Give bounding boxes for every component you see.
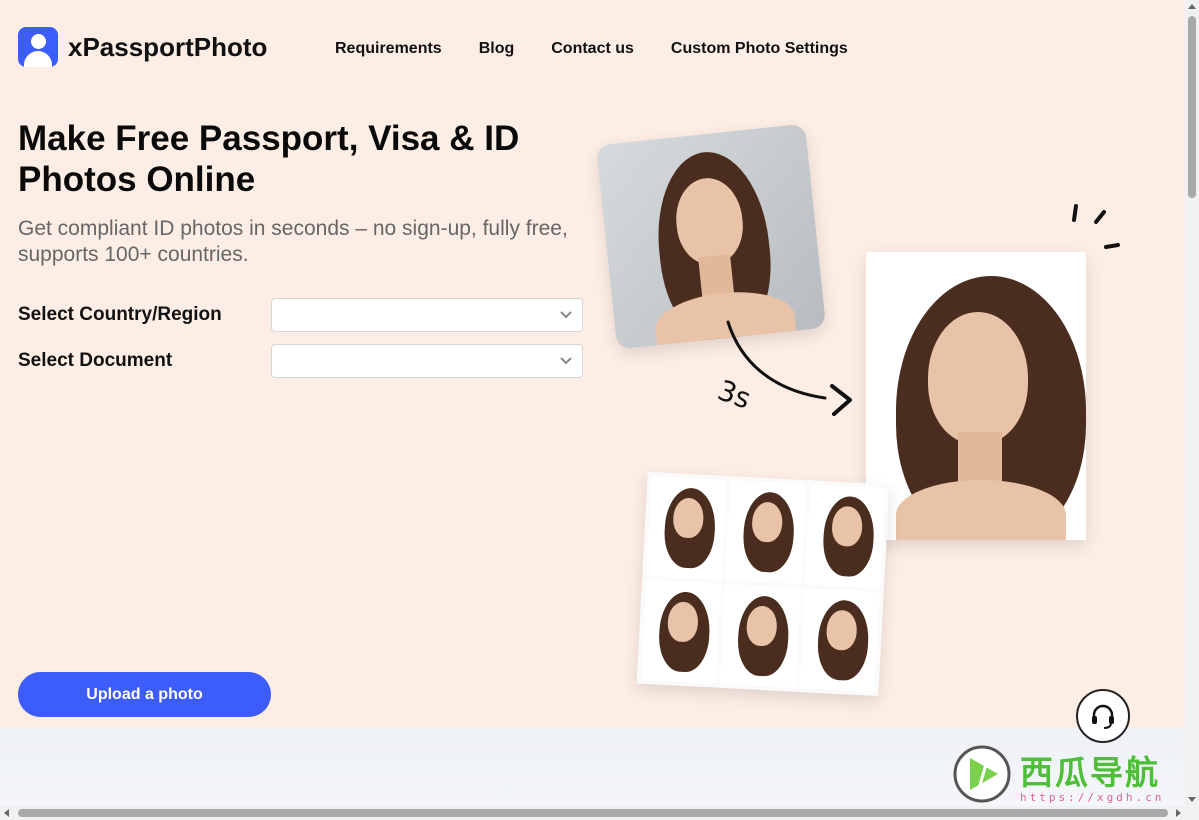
logo-person-icon (18, 27, 58, 67)
upload-photo-button[interactable]: Upload a photo (18, 672, 271, 717)
brand-logo[interactable]: xPassportPhoto (18, 27, 267, 67)
result-photo (866, 252, 1086, 540)
scroll-down-icon[interactable] (1188, 797, 1196, 802)
nav-contact-us[interactable]: Contact us (551, 40, 634, 58)
watermark: 西瓜导航 https://xgdh.cn (952, 744, 1184, 806)
watermark-url: https://xgdh.cn (1020, 791, 1165, 804)
support-button[interactable] (1076, 689, 1130, 743)
scroll-up-icon[interactable] (1188, 4, 1196, 9)
document-select[interactable] (271, 344, 583, 378)
page-subtitle: Get compliant ID photos in seconds – no … (18, 217, 568, 266)
horizontal-scrollbar[interactable] (0, 806, 1199, 820)
site-header: xPassportPhoto Requirements Blog Contact… (0, 0, 1185, 95)
horizontal-scroll-thumb[interactable] (18, 809, 1168, 817)
watermark-text: 西瓜导航 (1020, 753, 1160, 792)
chevron-down-icon (560, 357, 572, 365)
vertical-scrollbar[interactable] (1185, 0, 1199, 806)
sparkle-icon (1072, 204, 1120, 249)
vertical-scroll-thumb[interactable] (1188, 16, 1196, 198)
document-row: Select Document (18, 344, 583, 378)
scroll-left-icon[interactable] (4, 809, 9, 817)
headset-icon (1092, 704, 1114, 729)
main-nav: Requirements Blog Contact us Custom Phot… (335, 40, 885, 58)
nav-custom-photo-settings[interactable]: Custom Photo Settings (671, 40, 848, 58)
page-title: Make Free Passport, Visa & ID Photos Onl… (18, 119, 520, 199)
nav-requirements[interactable]: Requirements (335, 40, 442, 58)
watermark-logo-icon (953, 745, 1011, 803)
scroll-right-icon[interactable] (1176, 809, 1181, 817)
chevron-down-icon (560, 311, 572, 319)
nav-blog[interactable]: Blog (479, 40, 515, 58)
brand-name: xPassportPhoto (68, 31, 268, 62)
country-select[interactable] (271, 298, 583, 332)
country-row: Select Country/Region (18, 298, 583, 332)
photo-print-sheet (636, 471, 890, 697)
document-label: Select Document (18, 350, 173, 371)
country-label: Select Country/Region (18, 304, 222, 325)
